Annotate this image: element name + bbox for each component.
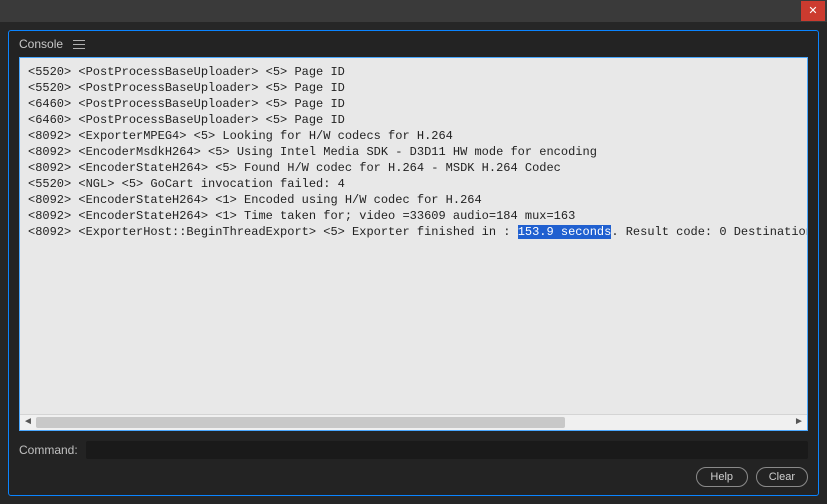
horizontal-scrollbar[interactable]: ◄ ► (20, 414, 807, 430)
panel-title: Console (19, 37, 63, 51)
console-output-frame: <5520> <PostProcessBaseUploader> <5> Pag… (19, 57, 808, 431)
log-line: <6460> <PostProcessBaseUploader> <5> Pag… (28, 96, 799, 112)
app-window: ✕ Console <5520> <PostProcessBaseUploade… (0, 0, 827, 504)
button-row: Help Clear (9, 459, 818, 495)
scrollbar-track[interactable] (36, 415, 791, 430)
log-text: . Result code: 0 Destination (611, 225, 807, 239)
console-panel: Console <5520> <PostProcessBaseUploader>… (8, 30, 819, 496)
log-line: <8092> <EncoderStateH264> <5> Found H/W … (28, 160, 799, 176)
close-button[interactable]: ✕ (801, 1, 825, 21)
command-row: Command: (9, 435, 818, 459)
scrollbar-thumb[interactable] (36, 417, 565, 428)
close-icon: ✕ (808, 5, 817, 17)
titlebar: ✕ (0, 0, 827, 22)
clear-button[interactable]: Clear (756, 467, 808, 487)
help-button[interactable]: Help (696, 467, 748, 487)
log-line: <5520> <PostProcessBaseUploader> <5> Pag… (28, 80, 799, 96)
log-line: <8092> <ExporterHost::BeginThreadExport>… (28, 224, 799, 240)
scroll-right-arrow-icon[interactable]: ► (791, 415, 807, 431)
log-line: <8092> <EncoderStateH264> <1> Time taken… (28, 208, 799, 224)
log-line: <8092> <EncoderStateH264> <1> Encoded us… (28, 192, 799, 208)
panel-menu-icon[interactable] (73, 40, 85, 49)
log-line: <8092> <EncoderMsdkH264> <5> Using Intel… (28, 144, 799, 160)
log-line: <8092> <ExporterMPEG4> <5> Looking for H… (28, 128, 799, 144)
console-output[interactable]: <5520> <PostProcessBaseUploader> <5> Pag… (20, 58, 807, 414)
log-line: <6460> <PostProcessBaseUploader> <5> Pag… (28, 112, 799, 128)
scroll-left-arrow-icon[interactable]: ◄ (20, 415, 36, 431)
panel-header: Console (9, 31, 818, 57)
log-line: <5520> <PostProcessBaseUploader> <5> Pag… (28, 64, 799, 80)
log-line: <5520> <NGL> <5> GoCart invocation faile… (28, 176, 799, 192)
command-input[interactable] (86, 441, 808, 459)
log-text: <8092> <ExporterHost::BeginThreadExport>… (28, 225, 518, 239)
selected-text: 153.9 seconds (518, 225, 612, 239)
command-label: Command: (19, 443, 78, 457)
